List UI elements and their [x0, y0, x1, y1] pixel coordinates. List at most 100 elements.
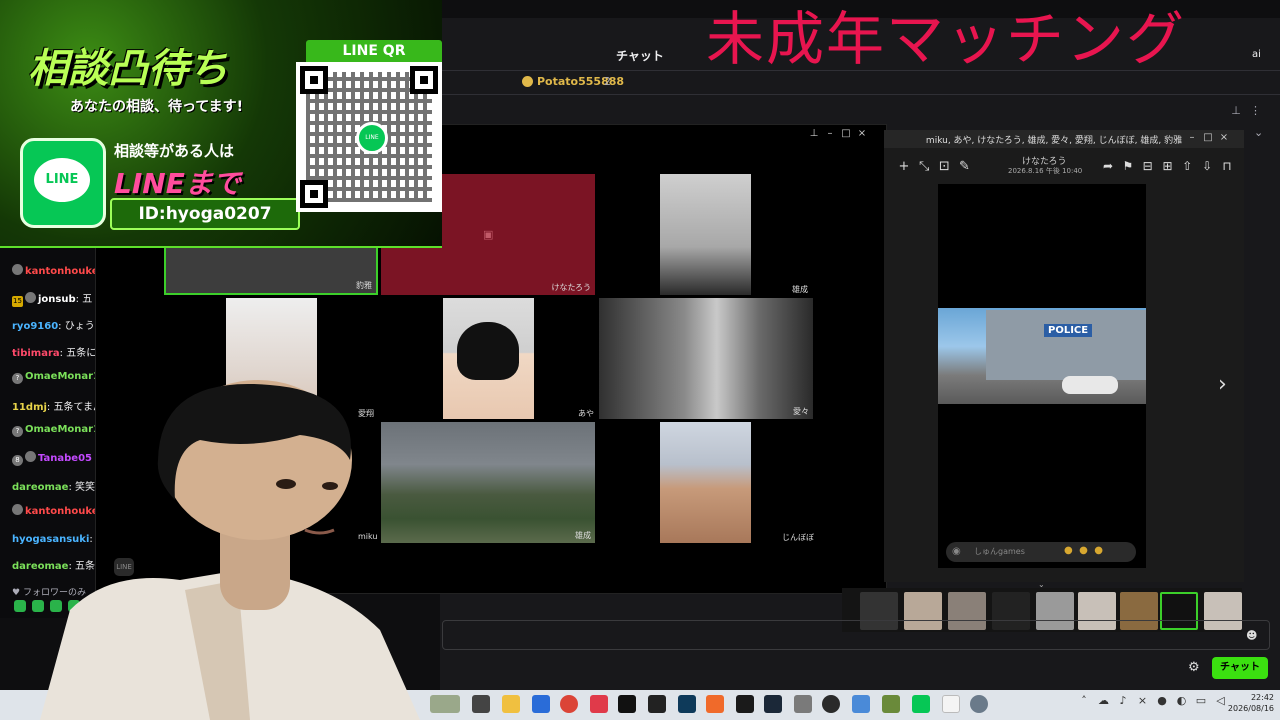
line-logo-text: LINE: [34, 158, 90, 202]
system-tray: ˄ ☁ ♪ × ● ◐ ▭ ◁: [1076, 694, 1229, 707]
emoji-icon[interactable]: ●: [1064, 545, 1073, 556]
minimize-icon[interactable]: –: [822, 128, 838, 139]
chat-input[interactable]: [442, 620, 1270, 650]
emote-picker-icon[interactable]: ☻: [1246, 629, 1257, 642]
qr-finder: [410, 66, 438, 94]
participant-name: けなたろう: [551, 283, 591, 292]
minimize-icon[interactable]: –: [1184, 132, 1200, 143]
taskbar-app-icon[interactable]: [852, 695, 870, 713]
taskbar-widget-icon[interactable]: [430, 695, 460, 713]
user-badge-icon: [25, 292, 36, 303]
camera-off-icon: ▣: [483, 228, 494, 241]
participant-tile[interactable]: 愛々: [599, 298, 813, 419]
participant-video: [457, 322, 519, 380]
close-icon[interactable]: ×: [854, 128, 870, 139]
viewer-title: miku, あや, けなたろう, 雄成, 愛々, 愛翔, じんぼぼ, 雄成, 豹…: [925, 136, 1183, 146]
gear-icon[interactable]: ⚙: [1188, 660, 1200, 675]
chrome-icon[interactable]: [560, 695, 578, 713]
close-icon[interactable]: ×: [1216, 132, 1232, 143]
emoji-icon[interactable]: ●: [1079, 545, 1088, 556]
video-icon[interactable]: ⊡: [936, 159, 952, 174]
participant-tile[interactable]: [660, 174, 751, 295]
taskbar-app-icon[interactable]: [678, 695, 696, 713]
line-icon[interactable]: [912, 695, 930, 713]
viewer-toolbar-right: ➦ ⚑ ⊟ ⊞ ⇧ ⇩ ⊓: [1100, 159, 1235, 173]
chevron-up-icon[interactable]: ˄: [1076, 694, 1092, 707]
taskbar-app-icon[interactable]: [736, 695, 754, 713]
chat-send-button[interactable]: チャット: [1212, 657, 1268, 679]
bookmark-icon[interactable]: ⊓: [1219, 159, 1235, 173]
banner-subtitle: あなたの相談、待ってます!: [70, 99, 243, 115]
viewer-date: 2026.8.16 午後 10:40: [1008, 167, 1083, 175]
pin-icon[interactable]: ⊥: [1228, 104, 1244, 117]
participant-name: 雄成: [575, 531, 591, 540]
next-arrow-icon[interactable]: ›: [1218, 372, 1227, 397]
chat-pin-controls: ⊥ ⋮: [1228, 104, 1278, 120]
banner-line-id: ID:hyoga0207: [110, 198, 300, 230]
more-icon[interactable]: ⋮: [1248, 104, 1264, 117]
minecraft-icon[interactable]: [882, 695, 900, 713]
participant-tile[interactable]: 豹雅: [164, 246, 378, 295]
qr-label: LINE QR: [306, 40, 442, 62]
viewer-comment-input[interactable]: しゅんgames: [946, 542, 1136, 562]
app-tray-icon[interactable]: ◐: [1174, 694, 1190, 707]
share-arrow-icon[interactable]: ➦: [1100, 159, 1116, 173]
expand-icon[interactable]: ⤡: [916, 159, 932, 174]
qr-finder: [300, 180, 328, 208]
participant-name: じんぼぼ: [782, 533, 814, 542]
chat-message: ryo9160: ひょうが: [12, 321, 100, 332]
taskbar-app-icon[interactable]: [942, 695, 960, 713]
mic-icon[interactable]: ♪: [1115, 694, 1131, 707]
pinned-count: 2: [604, 75, 611, 88]
cloud-icon[interactable]: ☁: [1096, 694, 1112, 707]
taskbar-app-icon[interactable]: [648, 695, 666, 713]
taskbar-app-icon[interactable]: [590, 695, 608, 713]
flag-icon[interactable]: ⚑: [1120, 159, 1136, 173]
tiktok-icon[interactable]: [618, 695, 636, 713]
participant-name: あや: [578, 409, 594, 418]
taskbar-app-icon[interactable]: [794, 695, 812, 713]
viewer-toolbar-left: + ⤡ ⊡ ✎: [896, 159, 972, 174]
taskbar-app-icon[interactable]: [472, 695, 490, 713]
crop-icon[interactable]: ⊞: [1159, 159, 1175, 173]
pen-icon[interactable]: ✎: [956, 159, 972, 174]
clock-time[interactable]: 22:42: [1244, 693, 1274, 702]
participant-name: 愛々: [793, 407, 809, 416]
chat-message: tibimara: 五条に手: [12, 348, 100, 359]
streamer-camera: [40, 380, 420, 720]
taskbar-app-icon[interactable]: [822, 695, 840, 713]
clock-date[interactable]: 2026/08/16: [1216, 704, 1274, 713]
viewer-window-controls: – □ ×: [1184, 132, 1232, 143]
call-window-controls: ⊥ – □ ×: [806, 128, 882, 142]
qr-line-logo: LINE: [356, 122, 388, 154]
brave-icon[interactable]: [706, 695, 724, 713]
participant-tile[interactable]: [660, 422, 751, 543]
banner-line2: LINEまで: [114, 167, 241, 200]
pin-icon[interactable]: ⊥: [806, 128, 822, 139]
chevron-down-icon[interactable]: ⌄: [1254, 126, 1263, 139]
camera-icon[interactable]: ◉: [952, 546, 961, 557]
maximize-icon[interactable]: □: [1200, 132, 1216, 143]
maximize-icon[interactable]: □: [838, 128, 854, 139]
emoji-icon[interactable]: ●: [1094, 545, 1103, 556]
participant-name: 豹雅: [356, 281, 372, 290]
share-icon[interactable]: ⇧: [1179, 159, 1195, 173]
participant-tile[interactable]: [443, 298, 534, 419]
folder-icon[interactable]: [502, 695, 520, 713]
photo-building: [986, 310, 1146, 380]
user-badge-icon: [12, 264, 23, 275]
participant-name: 雄成: [792, 285, 808, 294]
scan-icon[interactable]: ⊟: [1140, 159, 1156, 173]
photo-car: [1062, 376, 1118, 394]
steam-icon[interactable]: [764, 695, 782, 713]
download-icon[interactable]: ⇩: [1199, 159, 1215, 173]
onedrive-icon[interactable]: ●: [1154, 694, 1170, 707]
settings-icon[interactable]: [970, 695, 988, 713]
stream-title: 未成年マッチング: [706, 5, 1187, 73]
monitor-icon[interactable]: ▭: [1193, 694, 1209, 707]
close-icon[interactable]: ×: [1135, 694, 1151, 707]
sub-badge-icon: 15: [12, 296, 23, 307]
plus-icon[interactable]: +: [896, 159, 912, 174]
taskbar-app-icon[interactable]: [532, 695, 550, 713]
chat-header-user[interactable]: ai: [1252, 49, 1261, 60]
